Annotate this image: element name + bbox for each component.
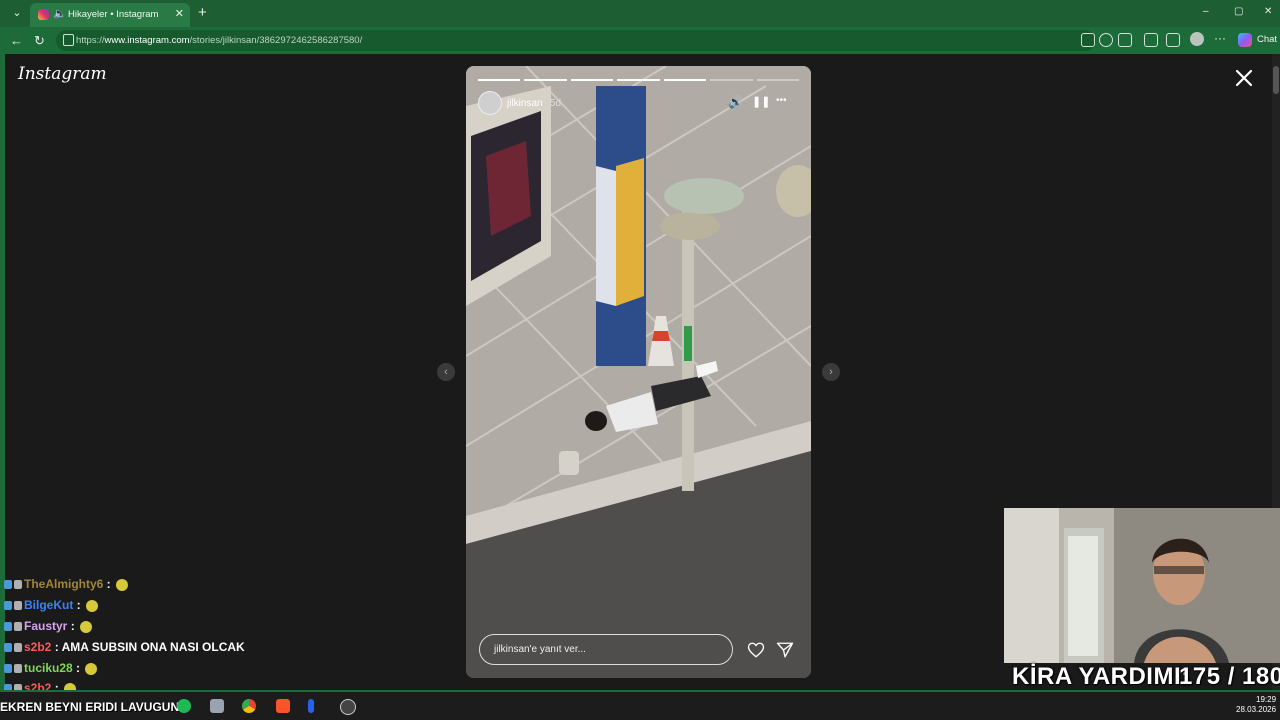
story-progress-segment bbox=[478, 79, 521, 81]
tab-instagram[interactable]: 🔈 Hikayeler • Instagram ✕ bbox=[30, 3, 190, 27]
reply-placeholder: jilkinsan'e yanıt ver... bbox=[494, 644, 586, 655]
mute-icon[interactable]: 🔊 bbox=[728, 95, 743, 109]
story-progress-segment bbox=[710, 79, 753, 81]
chat-username[interactable]: BilgeKut bbox=[24, 598, 73, 612]
story-progress-segment bbox=[617, 79, 660, 81]
story-viewer[interactable]: jilkinsan 5d 🔊 ❚❚ ••• jilkinsan'e yanıt … bbox=[466, 66, 811, 678]
chat-message: Faustyr : bbox=[4, 619, 93, 633]
obs-icon[interactable] bbox=[340, 699, 356, 715]
story-username[interactable]: jilkinsan bbox=[507, 98, 543, 109]
send-icon[interactable] bbox=[776, 641, 794, 659]
emote-icon bbox=[85, 662, 98, 675]
copilot-icon[interactable] bbox=[1238, 33, 1252, 47]
chat-badge-icon bbox=[14, 601, 22, 611]
instagram-logo[interactable]: Instagram bbox=[18, 64, 107, 84]
webcam-feed bbox=[1004, 508, 1280, 663]
profile-avatar[interactable] bbox=[1190, 32, 1204, 46]
chat-badge-icon bbox=[14, 643, 22, 653]
back-button[interactable]: ← bbox=[10, 33, 23, 48]
lock-icon[interactable] bbox=[63, 34, 74, 46]
story-image bbox=[466, 66, 811, 678]
clock-time: 19:29 bbox=[1256, 695, 1277, 704]
reply-input[interactable]: jilkinsan'e yanıt ver... bbox=[479, 634, 733, 665]
favorites-icon[interactable] bbox=[1166, 33, 1180, 47]
chat-username[interactable]: tuciku28 bbox=[24, 661, 73, 675]
chat-username[interactable]: Faustyr bbox=[24, 619, 67, 633]
chat-separator: : bbox=[51, 640, 62, 654]
maximize-button[interactable]: ▢ bbox=[1234, 6, 1243, 17]
story-progress-segment bbox=[663, 79, 707, 81]
clock-date: 28.03.2026 bbox=[1236, 705, 1277, 714]
chat-badge-icon bbox=[14, 664, 22, 674]
chat-badge-icon bbox=[4, 601, 12, 611]
settings-more-button[interactable]: ··· bbox=[1214, 31, 1226, 45]
app-available-icon[interactable] bbox=[1081, 33, 1095, 47]
chat-message: tuciku28 : bbox=[4, 661, 98, 675]
prev-story-button[interactable]: ‹ bbox=[437, 363, 455, 381]
chat-badge-icon bbox=[14, 580, 22, 590]
stream-ticker: EKREN BEYNI ERIDI LAVUGUN bbox=[0, 700, 180, 714]
tab-title: Hikayeler • Instagram bbox=[68, 9, 159, 20]
new-tab-button[interactable]: + bbox=[198, 4, 207, 21]
zoom-icon[interactable] bbox=[1099, 33, 1113, 47]
app-icon[interactable] bbox=[308, 699, 314, 713]
story-progress-segment bbox=[570, 79, 614, 81]
webcam-image bbox=[1004, 508, 1280, 663]
chat-separator: : bbox=[73, 598, 85, 612]
instagram-favicon-icon bbox=[38, 9, 49, 20]
chrome-icon[interactable] bbox=[242, 699, 256, 713]
emote-icon bbox=[86, 599, 99, 612]
chat-badge-icon bbox=[4, 580, 12, 590]
heart-icon[interactable] bbox=[747, 641, 765, 659]
chat-message: TheAlmighty6 : bbox=[4, 577, 129, 591]
chat-badge-icon bbox=[4, 664, 12, 674]
kira-label: KİRA YARDIMI: bbox=[1012, 663, 1190, 690]
chat-badge-icon bbox=[4, 643, 12, 653]
story-time: 5d bbox=[550, 98, 562, 109]
kira-value: 175 / 180 bbox=[1179, 663, 1280, 690]
taskbar bbox=[0, 690, 1280, 720]
scrollbar-thumb[interactable] bbox=[1273, 66, 1279, 94]
chat-username[interactable]: s2b2 bbox=[24, 640, 51, 654]
reload-button[interactable]: ↻ bbox=[34, 33, 45, 49]
emote-icon bbox=[80, 620, 93, 633]
chat-button[interactable]: Chat bbox=[1257, 34, 1277, 45]
tab-bar: ⌄ 🔈 Hikayeler • Instagram ✕ + – ▢ ✕ bbox=[0, 0, 1280, 27]
system-clock[interactable]: 19:29 28.03.2026 bbox=[1236, 695, 1276, 715]
chat-separator: : bbox=[103, 577, 115, 591]
next-story-button[interactable]: › bbox=[822, 363, 840, 381]
tab-close-icon[interactable]: ✕ bbox=[175, 7, 184, 20]
chat-badge-icon bbox=[4, 622, 12, 632]
close-story-icon[interactable] bbox=[1232, 66, 1256, 90]
speaker-icon[interactable]: 🔈 bbox=[53, 7, 67, 20]
minimize-button[interactable]: – bbox=[1203, 6, 1209, 17]
pause-icon[interactable]: ❚❚ bbox=[752, 95, 770, 108]
chat-message: s2b2 : AMA SUBSIN ONA NASI OLCAK bbox=[4, 640, 245, 654]
address-row: ← ↻ https://www.instagram.com/stories/ji… bbox=[0, 27, 1280, 54]
story-progress-segment bbox=[524, 79, 567, 81]
favorite-star-icon[interactable] bbox=[1118, 33, 1132, 47]
address-bar[interactable]: https://www.instagram.com/stories/jilkin… bbox=[56, 30, 1096, 51]
story-user-avatar[interactable] bbox=[478, 91, 502, 115]
calculator-icon[interactable] bbox=[210, 699, 224, 713]
tab-list-button[interactable]: ⌄ bbox=[8, 5, 26, 21]
chat-separator: : bbox=[67, 619, 79, 633]
story-progress bbox=[478, 79, 799, 81]
extensions-icon[interactable] bbox=[1144, 33, 1158, 47]
chat-separator: : bbox=[72, 661, 84, 675]
url-text: https://www.instagram.com/stories/jilkin… bbox=[76, 35, 363, 46]
close-window-button[interactable]: ✕ bbox=[1264, 6, 1272, 17]
chat-username[interactable]: TheAlmighty6 bbox=[24, 577, 103, 591]
chat-message: BilgeKut : bbox=[4, 598, 99, 612]
story-progress-segment bbox=[756, 79, 799, 81]
emote-icon bbox=[116, 578, 129, 591]
chat-badge-icon bbox=[14, 622, 22, 632]
chat-text: AMA SUBSIN ONA NASI OLCAK bbox=[61, 640, 245, 654]
spotify-icon[interactable] bbox=[177, 699, 191, 713]
more-options-icon[interactable]: ••• bbox=[776, 95, 787, 106]
brave-icon[interactable] bbox=[276, 699, 290, 713]
